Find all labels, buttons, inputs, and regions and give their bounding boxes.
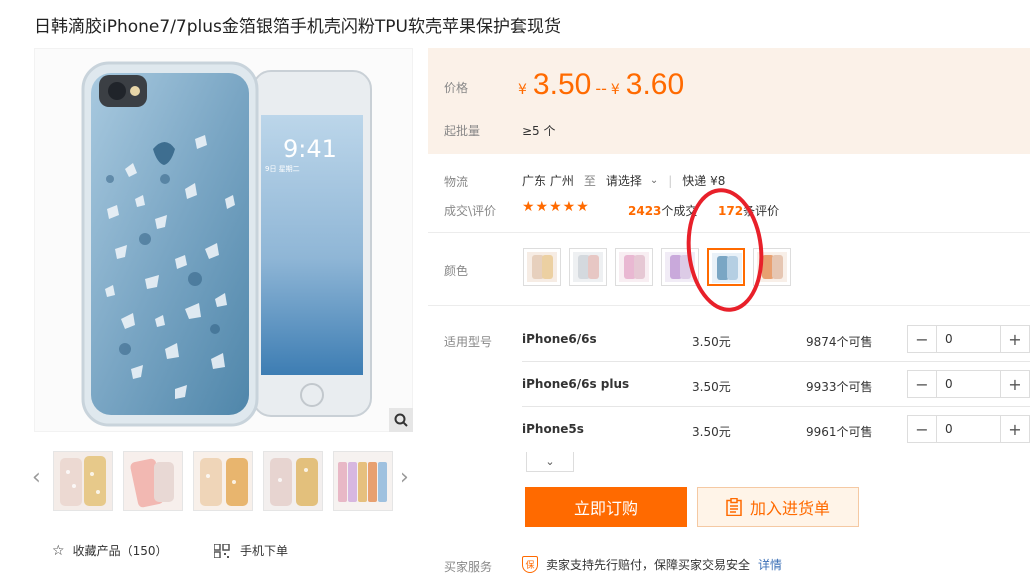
rating-stars-icon: ★★★★★ [522, 199, 590, 215]
favorite-label: 收藏产品（150） [72, 544, 168, 558]
product-title: 日韩滴胶iPhone7/7plus金箔银箔手机壳闪粉TPU软壳苹果保护套现货 [34, 17, 561, 37]
minus-icon[interactable]: − [908, 371, 936, 397]
plus-icon[interactable]: + [1001, 371, 1029, 397]
mobile-order-label: 手机下单 [240, 544, 289, 558]
price-high: 3.60 [625, 68, 685, 101]
service-label: 买家服务 [444, 560, 493, 574]
thumbnail-5[interactable] [333, 451, 393, 511]
quantity-input[interactable]: 0 [936, 371, 1001, 397]
quantity-input[interactable]: 0 [936, 416, 1001, 442]
guarantee-shield-icon: 保 [522, 556, 538, 573]
quantity-stepper: − 0 + [907, 370, 1030, 398]
thumbnail-prev-arrow-icon[interactable]: ‹ [32, 465, 41, 490]
logistics-row: 广东 广州 至 请选择 ⌄ | 快递 ¥8 [522, 172, 726, 189]
ship-from: 广东 广州 [522, 174, 574, 188]
model-name: iPhone6/6s plus [522, 377, 630, 391]
quantity-stepper: − 0 + [907, 325, 1030, 353]
screen-date: 9日 星期二 [265, 165, 300, 173]
service-details-link[interactable]: 详情 [758, 556, 782, 573]
add-to-cart-button[interactable]: 加入进货单 [697, 487, 859, 527]
moq-label: 起批量 [444, 124, 481, 138]
zoom-icon[interactable] [389, 408, 413, 432]
favorite-product[interactable]: ☆ 收藏产品（150） [52, 542, 167, 559]
quantity-input[interactable]: 0 [936, 326, 1001, 352]
model-price: 3.50元 [692, 425, 731, 439]
color-swatch-silver[interactable] [569, 248, 607, 286]
plus-icon[interactable]: + [1001, 416, 1029, 442]
color-swatch-pink[interactable] [615, 248, 653, 286]
to-word: 至 [583, 174, 596, 188]
add-to-cart-label: 加入进货单 [749, 499, 830, 518]
star-outline-icon: ☆ [52, 542, 65, 559]
service-text: 卖家支持先行赔付，保障买家交易安全 [546, 558, 751, 572]
price-low: 3.50 [532, 68, 592, 101]
model-stock: 9933个可售 [806, 380, 873, 394]
models-label: 适用型号 [444, 335, 493, 349]
deals-label: 成交\评价 [444, 204, 497, 218]
main-product-image[interactable]: 9:41 9日 星期二 [34, 48, 413, 432]
thumbnail-next-arrow-icon[interactable]: › [400, 465, 409, 490]
logistics-label: 物流 [444, 175, 469, 189]
destination-value: 请选择 [605, 174, 642, 188]
row-divider [522, 361, 1030, 362]
thumbnail-4[interactable] [263, 451, 323, 511]
model-name: iPhone6/6s [522, 332, 597, 346]
moq-value: ≥5 个 [522, 124, 556, 138]
screen-time: 9:41 [283, 135, 337, 163]
deal-count[interactable]: 2423个成交 [628, 202, 697, 219]
currency-symbol-2: ¥ [610, 82, 620, 98]
row-divider [522, 406, 1030, 407]
model-price: 3.50元 [692, 380, 731, 394]
thumbnail-2[interactable] [123, 451, 183, 511]
destination-select[interactable]: 请选择 ⌄ [606, 172, 658, 189]
quantity-stepper: − 0 + [907, 415, 1030, 443]
model-stock: 9874个可售 [806, 335, 873, 349]
minus-icon[interactable]: − [908, 416, 936, 442]
model-name: iPhone5s [522, 422, 584, 436]
minus-icon[interactable]: − [908, 326, 936, 352]
chevron-down-icon: ⌄ [649, 175, 659, 186]
color-swatch-gold[interactable] [523, 248, 561, 286]
thumbnail-1[interactable] [53, 451, 113, 511]
qr-code-icon [214, 543, 230, 558]
currency-symbol: ¥ [518, 82, 527, 98]
model-price: 3.50元 [692, 335, 731, 349]
express-fee: 快递 ¥8 [682, 174, 726, 188]
price-range: ¥ 3.50 -- ¥ 3.60 [518, 68, 684, 102]
service-row: 保 卖家支持先行赔付，保障买家交易安全 详情 [522, 556, 782, 573]
buy-now-button[interactable]: 立即订购 [525, 487, 687, 527]
price-label: 价格 [444, 81, 469, 95]
price-separator: -- [595, 79, 607, 98]
expand-models-chevron-icon[interactable]: ⌄ [526, 452, 574, 472]
color-label: 颜色 [444, 264, 469, 278]
clipboard-icon [726, 498, 742, 516]
mobile-order[interactable]: 手机下单 [214, 542, 288, 559]
thumbnail-3[interactable] [193, 451, 253, 511]
model-stock: 9961个可售 [806, 425, 873, 439]
plus-icon[interactable]: + [1001, 326, 1029, 352]
